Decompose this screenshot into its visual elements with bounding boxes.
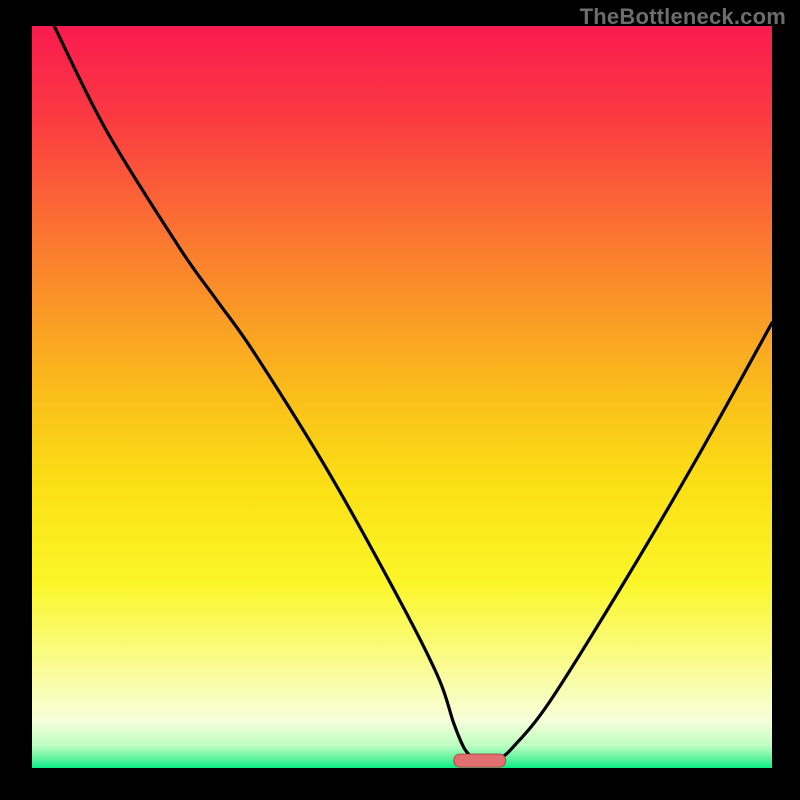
chart-plot-area <box>32 26 772 768</box>
chart-background-gradient <box>32 26 772 768</box>
chart-frame: TheBottleneck.com <box>0 0 800 800</box>
chart-svg <box>32 26 772 768</box>
watermark-text: TheBottleneck.com <box>580 4 786 30</box>
optimal-range-marker <box>454 754 506 767</box>
